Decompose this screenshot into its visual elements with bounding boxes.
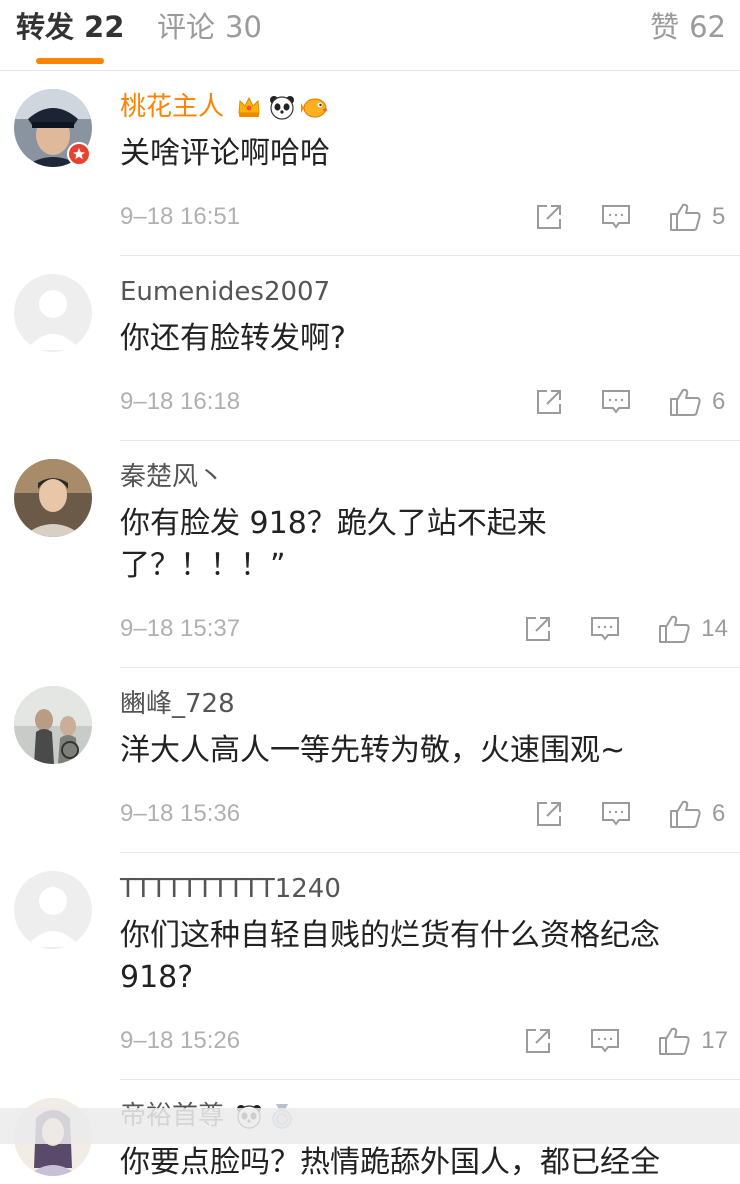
like-button[interactable]: 5	[668, 201, 728, 233]
thumbs-up-icon	[668, 201, 702, 233]
like-count: 17	[701, 1027, 728, 1054]
comment-icon	[589, 1026, 621, 1056]
share-icon	[534, 202, 564, 232]
username[interactable]: 秦楚风丶	[120, 460, 224, 494]
like-button[interactable]: 6	[668, 798, 728, 830]
action-bar: 6	[498, 796, 728, 832]
thumbs-up-icon	[668, 798, 702, 830]
like-count: 6	[712, 800, 726, 827]
share-button[interactable]	[534, 799, 564, 829]
timestamp: 9–18 16:51	[120, 203, 241, 230]
comment-text: 关啥评论啊哈哈	[120, 136, 330, 171]
tab-comments[interactable]: 评论 30	[157, 10, 262, 44]
username[interactable]: 豳峰_728	[120, 687, 235, 721]
like-count: 6	[712, 388, 726, 415]
tab-comments-count: 30	[225, 10, 262, 44]
list-item: TTTTTTTTTT1240 你们这种自轻自贱的烂货有什么资格纪念918? 9–…	[0, 853, 740, 1080]
list-item: 豳峰_728 洋大人高人一等先转为敬，火速围观~ 9–18 15:36 6	[0, 668, 740, 853]
active-tab-indicator	[36, 58, 104, 64]
comment-icon	[589, 614, 621, 644]
comment-text: 你有脸发 918？跪久了站不起来了？！！！”	[120, 506, 547, 583]
repost-list: 桃花主人 关啥评论啊哈哈 9–18 16:51 5 Eumenides2007 …	[0, 71, 740, 1184]
avatar[interactable]	[14, 459, 92, 537]
avatar[interactable]	[14, 274, 92, 352]
username[interactable]: TTTTTTTTTT1240	[120, 872, 341, 906]
timestamp: 9–18 16:18	[120, 388, 241, 415]
action-bar: 5	[498, 199, 728, 235]
verified-badge-icon	[67, 142, 91, 166]
like-button[interactable]: 6	[668, 386, 728, 418]
username[interactable]: Eumenides2007	[120, 275, 330, 309]
share-icon	[534, 387, 564, 417]
avatar[interactable]	[14, 686, 92, 764]
timestamp: 9–18 15:36	[120, 800, 241, 827]
comment-body: 桃花主人 关啥评论啊哈哈 9–18 16:51 5	[120, 71, 740, 256]
share-button[interactable]	[534, 202, 564, 232]
comment-button[interactable]	[600, 202, 632, 232]
tab-bar: 转发 22 评论 30 赞 62	[0, 0, 740, 71]
list-item: 秦楚风丶 你有脸发 918？跪久了站不起来了？！！！” 9–18 15:37 1…	[0, 441, 740, 668]
username[interactable]: 桃花主人	[120, 90, 224, 124]
tab-likes-label: 赞	[650, 10, 680, 44]
comment-button[interactable]	[589, 1026, 621, 1056]
share-icon	[523, 614, 553, 644]
tab-comments-label: 评论	[157, 10, 216, 44]
tab-reposts-label: 转发	[16, 10, 75, 44]
comment-text: 你还有脸转发啊?	[120, 321, 346, 356]
share-icon	[534, 799, 564, 829]
timestamp: 9–18 15:26	[120, 1027, 241, 1054]
panda-icon	[268, 93, 296, 121]
comment-icon	[600, 799, 632, 829]
tab-reposts-count: 22	[84, 10, 125, 44]
share-button[interactable]	[534, 387, 564, 417]
share-button[interactable]	[523, 1026, 553, 1056]
comment-body: 豳峰_728 洋大人高人一等先转为敬，火速围观~ 9–18 15:36 6	[120, 668, 740, 853]
comment-text: 你们这种自轻自贱的烂货有什么资格纪念918?	[120, 918, 660, 995]
tab-reposts[interactable]: 转发 22	[16, 10, 124, 44]
avatar[interactable]	[14, 871, 92, 949]
like-count: 5	[712, 203, 726, 230]
comment-body: Eumenides2007 你还有脸转发啊? 9–18 16:18 6	[120, 256, 740, 441]
comment-icon	[600, 202, 632, 232]
comment-icon	[600, 387, 632, 417]
action-bar: 6	[498, 384, 728, 420]
thumbs-up-icon	[657, 1025, 691, 1057]
comment-text: 你要点脸吗？热情跪舔外国人，都已经全	[120, 1145, 660, 1180]
like-button[interactable]: 14	[657, 613, 728, 645]
thumbs-up-icon	[668, 386, 702, 418]
comment-button[interactable]	[600, 799, 632, 829]
timestamp: 9–18 15:37	[120, 615, 241, 642]
thumbs-up-icon	[657, 613, 691, 645]
tab-likes-count: 62	[689, 10, 726, 44]
tab-likes[interactable]: 赞 62	[650, 10, 726, 44]
bottom-overlay	[0, 1108, 740, 1144]
comment-button[interactable]	[600, 387, 632, 417]
comment-button[interactable]	[589, 614, 621, 644]
comment-body: TTTTTTTTTT1240 你们这种自轻自贱的烂货有什么资格纪念918? 9–…	[120, 853, 740, 1080]
crown-icon	[235, 93, 263, 121]
pufferfish-icon	[301, 93, 329, 121]
share-icon	[523, 1026, 553, 1056]
comment-text: 洋大人高人一等先转为敬，火速围观~	[120, 733, 626, 768]
action-bar: 17	[487, 1023, 728, 1059]
like-button[interactable]: 17	[657, 1025, 728, 1057]
share-button[interactable]	[523, 614, 553, 644]
action-bar: 14	[487, 611, 728, 647]
list-item: Eumenides2007 你还有脸转发啊? 9–18 16:18 6	[0, 256, 740, 441]
comment-body: 秦楚风丶 你有脸发 918？跪久了站不起来了？！！！” 9–18 15:37 1…	[120, 441, 740, 668]
like-count: 14	[701, 615, 728, 642]
list-item: 桃花主人 关啥评论啊哈哈 9–18 16:51 5	[0, 71, 740, 256]
